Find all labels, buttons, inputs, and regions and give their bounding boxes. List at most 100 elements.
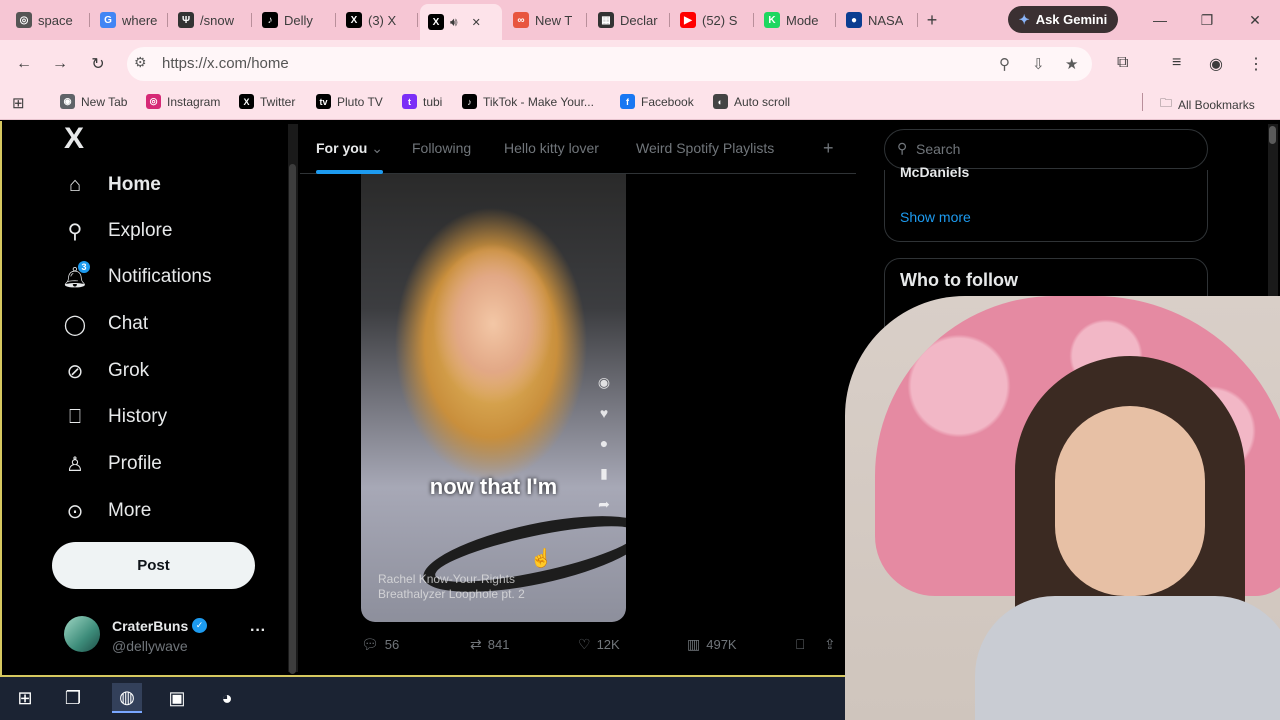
browser-tab[interactable]: ◎ space	[8, 6, 90, 34]
browser-tab[interactable]: ● NASA	[838, 6, 918, 34]
bookmark-instagram[interactable]: ◎ Instagram	[146, 94, 220, 109]
folder-icon: 🗀︎	[1160, 96, 1173, 110]
tab-title: Mode	[786, 12, 819, 28]
new-tab-button[interactable]: +	[921, 9, 943, 31]
bookmark-label: Auto scroll	[734, 94, 791, 109]
chevron-down-icon[interactable]: ⌄	[371, 140, 383, 156]
sidebar-item-label: Grok	[108, 360, 150, 381]
trend-item[interactable]: McDaniels	[900, 164, 969, 180]
tab-separator	[586, 13, 587, 27]
reload-icon[interactable]: ↻	[88, 54, 108, 74]
bookmark-tiktok-make-your[interactable]: ♪ TikTok - Make Your...	[462, 94, 594, 109]
sidebar-item-chat[interactable]: ◯ Chat	[62, 311, 148, 337]
repost-button[interactable]: ⇄ 841	[470, 636, 509, 653]
sidebar-item-explore[interactable]: ⚲ Explore	[62, 218, 173, 244]
bookmark-favicon-icon: ◐	[713, 94, 728, 109]
sidebar-item-history[interactable]: ⎕ History	[62, 404, 167, 430]
like-button[interactable]: ♡ 12K	[578, 636, 620, 653]
scrollbar-thumb[interactable]	[289, 164, 296, 674]
chrome-icon[interactable]: ◍	[112, 683, 142, 713]
media-controls-icon[interactable]: ≡	[1172, 54, 1181, 72]
chrome-menu-icon[interactable]: ⋮	[1248, 54, 1264, 74]
back-icon[interactable]: ←	[14, 54, 34, 74]
sidebar-item-home[interactable]: ⌂ Home	[62, 172, 161, 198]
speaker-icon[interactable]: 🔊︎	[450, 15, 458, 30]
heart-icon: ♥	[599, 405, 609, 421]
show-more-link[interactable]: Show more	[900, 209, 971, 225]
sidebar-item-grok[interactable]: ⊘ Grok	[62, 358, 150, 384]
minimize-icon[interactable]: —	[1150, 10, 1170, 30]
windows-start-icon[interactable]: ⊞	[10, 683, 40, 713]
browser-tab[interactable]: Ψ/snow	[170, 6, 252, 34]
forward-icon[interactable]: →	[50, 54, 70, 74]
tab-separator	[835, 13, 836, 27]
url-text[interactable]: https://x.com/home	[162, 55, 289, 72]
tab-weird-spotify-playlists[interactable]: Weird Spotify Playlists	[636, 140, 774, 156]
grok-icon: ⊘	[62, 358, 88, 384]
add-tab-icon[interactable]: +	[823, 138, 834, 159]
sidebar-item-profile[interactable]: ♙ Profile	[62, 451, 162, 477]
browser-tab[interactable]: X (3) X	[338, 6, 418, 34]
views-icon: ▥	[687, 636, 701, 652]
browser-tab[interactable]: ▦ Declar	[590, 6, 670, 34]
bookmark-pluto-tv[interactable]: tv Pluto TV	[316, 94, 383, 109]
browser-tab[interactable]: ♪ Delly	[254, 6, 336, 34]
bookmark-button[interactable]: ⎕	[796, 636, 804, 653]
install-app-icon[interactable]: ⇩	[1032, 55, 1045, 73]
views-button[interactable]: ▥ 497K	[687, 636, 737, 653]
sidebar-item-more[interactable]: ⊙ More	[62, 498, 152, 524]
apps-grid-icon[interactable]: ⊞	[12, 94, 25, 112]
ask-gemini-button[interactable]: ✦ Ask Gemini	[1008, 6, 1118, 33]
scrollbar-thumb[interactable]	[1269, 126, 1276, 144]
tab-hello-kitty-lover[interactable]: Hello kitty lover	[504, 140, 599, 156]
tab-title: (3) X	[368, 12, 397, 28]
bookmark-tubi[interactable]: t tubi	[402, 94, 442, 109]
tab-title: Delly	[284, 12, 313, 28]
bookmark-label: tubi	[423, 94, 443, 109]
reply-count: 56	[384, 637, 400, 652]
reply-button[interactable]: 💬︎ 56	[361, 636, 399, 653]
restore-icon[interactable]: ❐	[1197, 10, 1217, 30]
extensions-icon[interactable]: ⧉	[1117, 54, 1128, 72]
task-view-icon[interactable]: ❐	[58, 683, 88, 713]
discord-icon[interactable]: ◕	[212, 683, 242, 713]
view-count: 497K	[706, 637, 737, 652]
sidebar-item-notifications[interactable]: 🔔︎ 3 Notifications	[62, 260, 212, 290]
bookmark-auto-scroll[interactable]: ◐ Auto scroll	[713, 94, 790, 109]
profile-avatar-icon[interactable]: ◉	[1209, 54, 1223, 74]
browser-tab[interactable]: ▶ (52) S	[672, 6, 754, 34]
tab-favicon-icon: X	[346, 12, 362, 28]
comment-icon: ●	[599, 435, 609, 451]
x-logo[interactable]: X	[64, 122, 84, 156]
all-bookmarks-button[interactable]: 🗀︎ All Bookmarks	[1160, 94, 1255, 115]
app-green-icon[interactable]: ▣	[162, 683, 192, 713]
bookmark-twitter[interactable]: X Twitter	[239, 94, 295, 109]
close-window-icon[interactable]: ✕	[1245, 10, 1265, 30]
post-video[interactable]: ◉ ♥ ● ▮ ➦	[361, 174, 626, 622]
browser-tab[interactable]: K Mode	[756, 6, 836, 34]
more-dots-icon[interactable]: ···	[250, 622, 266, 640]
zoom-icon[interactable]: ⚲	[999, 55, 1010, 73]
feed-scrollbar[interactable]	[288, 124, 298, 674]
tab-for-you[interactable]: For you ⌄	[316, 140, 383, 157]
browser-tab[interactable]: ∞ New T	[505, 6, 587, 34]
tab-separator	[917, 13, 918, 27]
shirt	[975, 596, 1280, 720]
close-tab-icon[interactable]: ✕	[472, 16, 481, 29]
bookmark-facebook[interactable]: f Facebook	[620, 94, 694, 109]
browser-tab[interactable]: Gwhere	[92, 6, 168, 34]
verified-badge-icon: ✓	[192, 618, 207, 633]
bookmark-star-icon[interactable]: ★	[1065, 55, 1078, 73]
share-button[interactable]: ⇪	[824, 636, 836, 653]
bookmark-new-tab[interactable]: ◉ New Tab	[60, 94, 127, 109]
like-count: 12K	[596, 637, 620, 652]
site-info-icon[interactable]: ⚙	[134, 54, 147, 71]
post-button[interactable]: Post	[52, 542, 255, 589]
browser-tab[interactable]: X 🔊︎ ✕	[420, 4, 502, 40]
bookmark-icon: ⎕	[62, 404, 88, 430]
tab-following[interactable]: Following	[412, 140, 471, 156]
account-switcher[interactable]: CraterBuns ✓ @dellywave ···	[64, 616, 274, 658]
tab-separator	[669, 13, 670, 27]
tab-title: NASA	[868, 12, 904, 28]
bookmark-label: Facebook	[641, 94, 694, 109]
